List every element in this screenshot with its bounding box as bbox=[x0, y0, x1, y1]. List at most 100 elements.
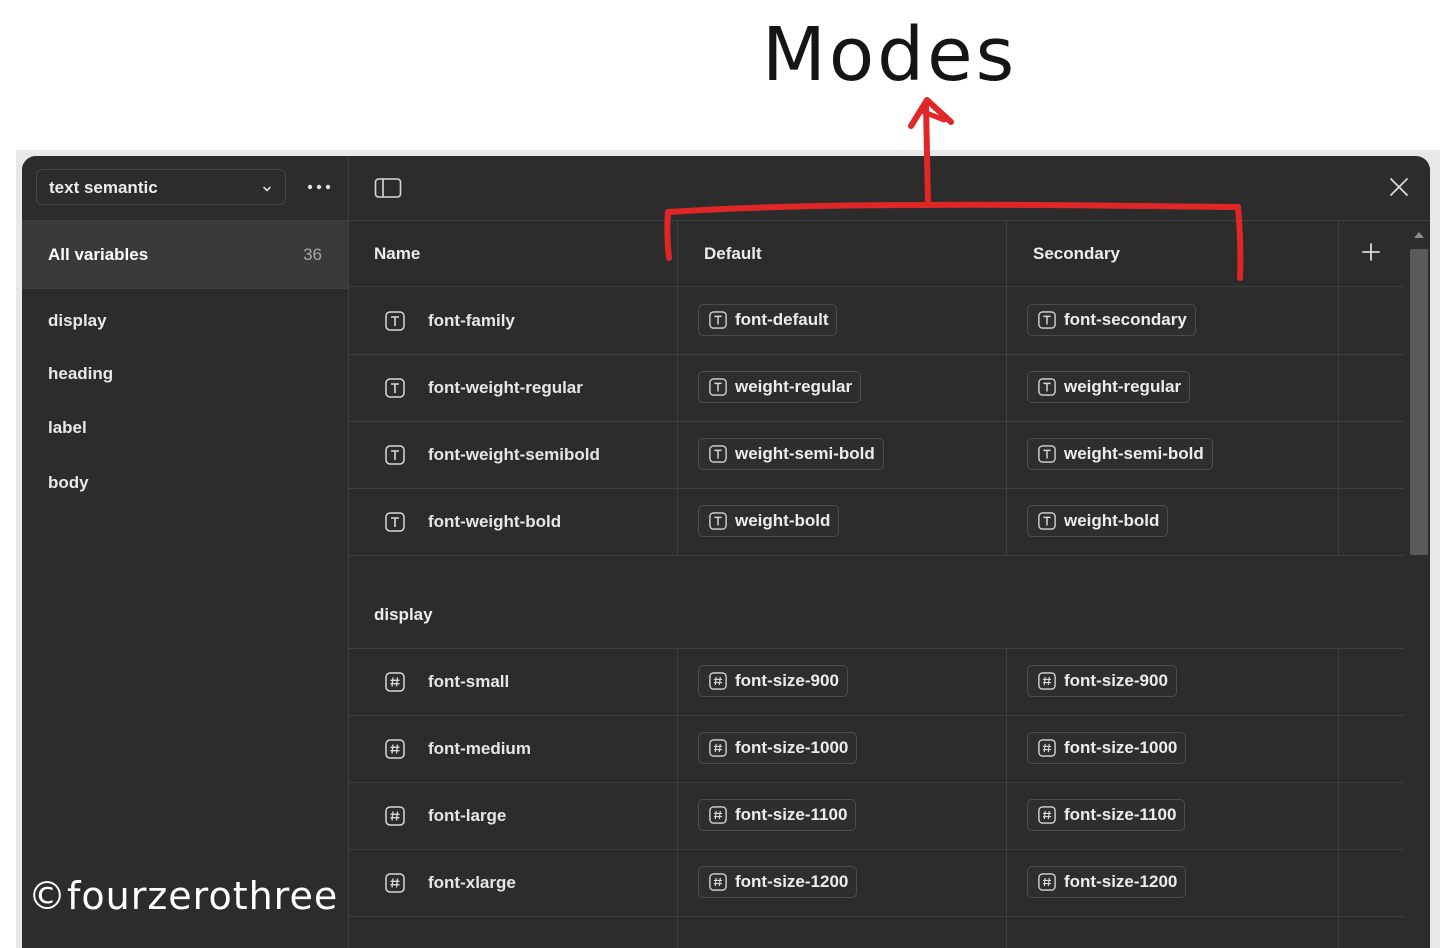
column-header-name: Name bbox=[348, 221, 678, 287]
scroll-up-arrow-icon[interactable] bbox=[1414, 232, 1424, 238]
collection-name: text semantic bbox=[49, 178, 158, 197]
variable-value-default[interactable]: font-size-900 bbox=[698, 665, 848, 697]
number-type-icon bbox=[1038, 806, 1056, 824]
variable-value-secondary[interactable]: weight-regular bbox=[1027, 371, 1191, 403]
number-type-icon bbox=[1038, 672, 1056, 690]
number-type-icon bbox=[385, 806, 405, 826]
table-row[interactable]: font-family font-default font-secondary bbox=[348, 288, 1404, 355]
alias-name: font-size-1100 bbox=[1064, 805, 1177, 824]
number-type-icon bbox=[385, 739, 405, 759]
column-header-name-label: Name bbox=[374, 244, 421, 263]
text-type-icon bbox=[385, 378, 405, 398]
modes-annotation-title: Modes bbox=[762, 12, 1018, 98]
number-type-icon bbox=[709, 672, 727, 690]
alias-name: weight-bold bbox=[735, 511, 831, 530]
text-type-icon bbox=[709, 378, 727, 396]
all-variables-count: 36 bbox=[303, 245, 322, 264]
table-row[interactable]: font-medium font-size-1000 font-size-100… bbox=[348, 716, 1404, 783]
table-row[interactable]: font-xlarge font-size-1200 font-size-120… bbox=[348, 850, 1404, 917]
variable-value-default[interactable]: font-size-1000 bbox=[698, 732, 858, 764]
number-type-icon bbox=[709, 739, 727, 757]
number-type-icon bbox=[1038, 739, 1056, 757]
plus-icon[interactable] bbox=[1360, 241, 1382, 263]
text-type-icon bbox=[1038, 512, 1056, 530]
alias-name: font-secondary bbox=[1064, 310, 1187, 329]
variable-value-secondary[interactable]: font-size-900 bbox=[1027, 665, 1177, 697]
variable-name: font-xlarge bbox=[428, 873, 516, 892]
variable-value-default[interactable]: weight-regular bbox=[698, 371, 862, 403]
variables-modal: text semantic All variables 36 display h… bbox=[22, 156, 1430, 948]
variable-value-secondary[interactable]: font-size-1200 bbox=[1027, 866, 1187, 898]
alias-name: font-size-1000 bbox=[735, 738, 849, 757]
watermark: ©fourzerothree bbox=[28, 874, 339, 918]
sidebar: text semantic All variables 36 display h… bbox=[22, 156, 349, 948]
variable-name: font-medium bbox=[428, 739, 531, 758]
toolbar bbox=[348, 156, 1430, 221]
variables-table-panel: Name Default Secondary font-family font-… bbox=[348, 156, 1430, 948]
variable-value-secondary[interactable]: font-size-1100 bbox=[1027, 799, 1186, 831]
text-type-icon bbox=[1038, 445, 1056, 463]
variable-value-default[interactable]: font-default bbox=[698, 304, 838, 336]
table-row[interactable]: font-weight-regular weight-regular weigh… bbox=[348, 355, 1404, 422]
sidebar-item-display[interactable]: display bbox=[48, 311, 107, 331]
alias-name: font-size-900 bbox=[1064, 671, 1168, 690]
alias-name: weight-regular bbox=[735, 377, 853, 396]
text-type-icon bbox=[709, 311, 727, 329]
panel-toggle-icon[interactable] bbox=[374, 177, 402, 199]
table-row-partial bbox=[348, 917, 1404, 948]
more-icon[interactable] bbox=[304, 175, 334, 199]
sidebar-item-body[interactable]: body bbox=[48, 473, 89, 493]
column-header-secondary-label: Secondary bbox=[1033, 244, 1120, 263]
variable-name: font-weight-bold bbox=[428, 512, 562, 531]
variable-value-secondary[interactable]: font-size-1000 bbox=[1027, 732, 1187, 764]
column-header-default[interactable]: Default bbox=[678, 221, 1007, 287]
alias-name: font-size-1100 bbox=[735, 805, 848, 824]
variable-value-default[interactable]: font-size-1100 bbox=[698, 799, 857, 831]
alias-name: weight-semi-bold bbox=[1064, 444, 1204, 463]
alias-name: font-size-1200 bbox=[1064, 872, 1178, 891]
column-header-secondary[interactable]: Secondary bbox=[1007, 221, 1339, 287]
chevron-down-icon bbox=[263, 186, 271, 192]
all-variables-label: All variables bbox=[48, 245, 149, 264]
variable-name: font-weight-semibold bbox=[428, 445, 600, 464]
variable-value-secondary[interactable]: font-secondary bbox=[1027, 304, 1196, 336]
text-type-icon bbox=[1038, 378, 1056, 396]
number-type-icon bbox=[709, 873, 727, 891]
variable-value-default[interactable]: weight-semi-bold bbox=[698, 438, 884, 470]
variable-value-default[interactable]: weight-bold bbox=[698, 505, 840, 537]
text-type-icon bbox=[709, 445, 727, 463]
variable-name: font-weight-regular bbox=[428, 378, 583, 397]
number-type-icon bbox=[1038, 873, 1056, 891]
text-type-icon bbox=[1038, 311, 1056, 329]
sidebar-item-heading[interactable]: heading bbox=[48, 364, 113, 384]
number-type-icon bbox=[709, 806, 727, 824]
sidebar-item-label[interactable]: label bbox=[48, 418, 87, 438]
group-section-header bbox=[348, 556, 1404, 649]
variable-name: font-family bbox=[428, 311, 515, 330]
table-row[interactable]: font-weight-semibold weight-semi-bold we… bbox=[348, 422, 1404, 489]
alias-name: font-size-1200 bbox=[735, 872, 849, 891]
text-type-icon bbox=[385, 445, 405, 465]
number-type-icon bbox=[385, 873, 405, 893]
close-icon[interactable] bbox=[1388, 176, 1410, 198]
number-type-icon bbox=[385, 672, 405, 692]
alias-name: weight-bold bbox=[1064, 511, 1160, 530]
alias-name: font-default bbox=[735, 310, 829, 329]
variable-value-secondary[interactable]: weight-bold bbox=[1027, 505, 1169, 537]
alias-name: weight-regular bbox=[1064, 377, 1182, 396]
variable-name: font-large bbox=[428, 806, 507, 825]
variable-value-default[interactable]: font-size-1200 bbox=[698, 866, 858, 898]
table-row[interactable]: font-small font-size-900 font-size-900 bbox=[348, 649, 1404, 716]
collection-dropdown[interactable]: text semantic bbox=[36, 169, 286, 205]
column-header-default-label: Default bbox=[704, 244, 762, 263]
table-row[interactable]: font-weight-bold weight-bold weight-bold bbox=[348, 489, 1404, 556]
table-row[interactable]: font-large font-size-1100 font-size-1100 bbox=[348, 783, 1404, 850]
alias-name: font-size-1000 bbox=[1064, 738, 1178, 757]
scrollbar-thumb[interactable] bbox=[1410, 249, 1428, 555]
text-type-icon bbox=[385, 311, 405, 331]
group-section-label: display bbox=[374, 605, 433, 624]
variable-value-secondary[interactable]: weight-semi-bold bbox=[1027, 438, 1213, 470]
sidebar-item-all-variables[interactable]: All variables 36 bbox=[22, 221, 348, 289]
text-type-icon bbox=[385, 512, 405, 532]
text-type-icon bbox=[709, 512, 727, 530]
